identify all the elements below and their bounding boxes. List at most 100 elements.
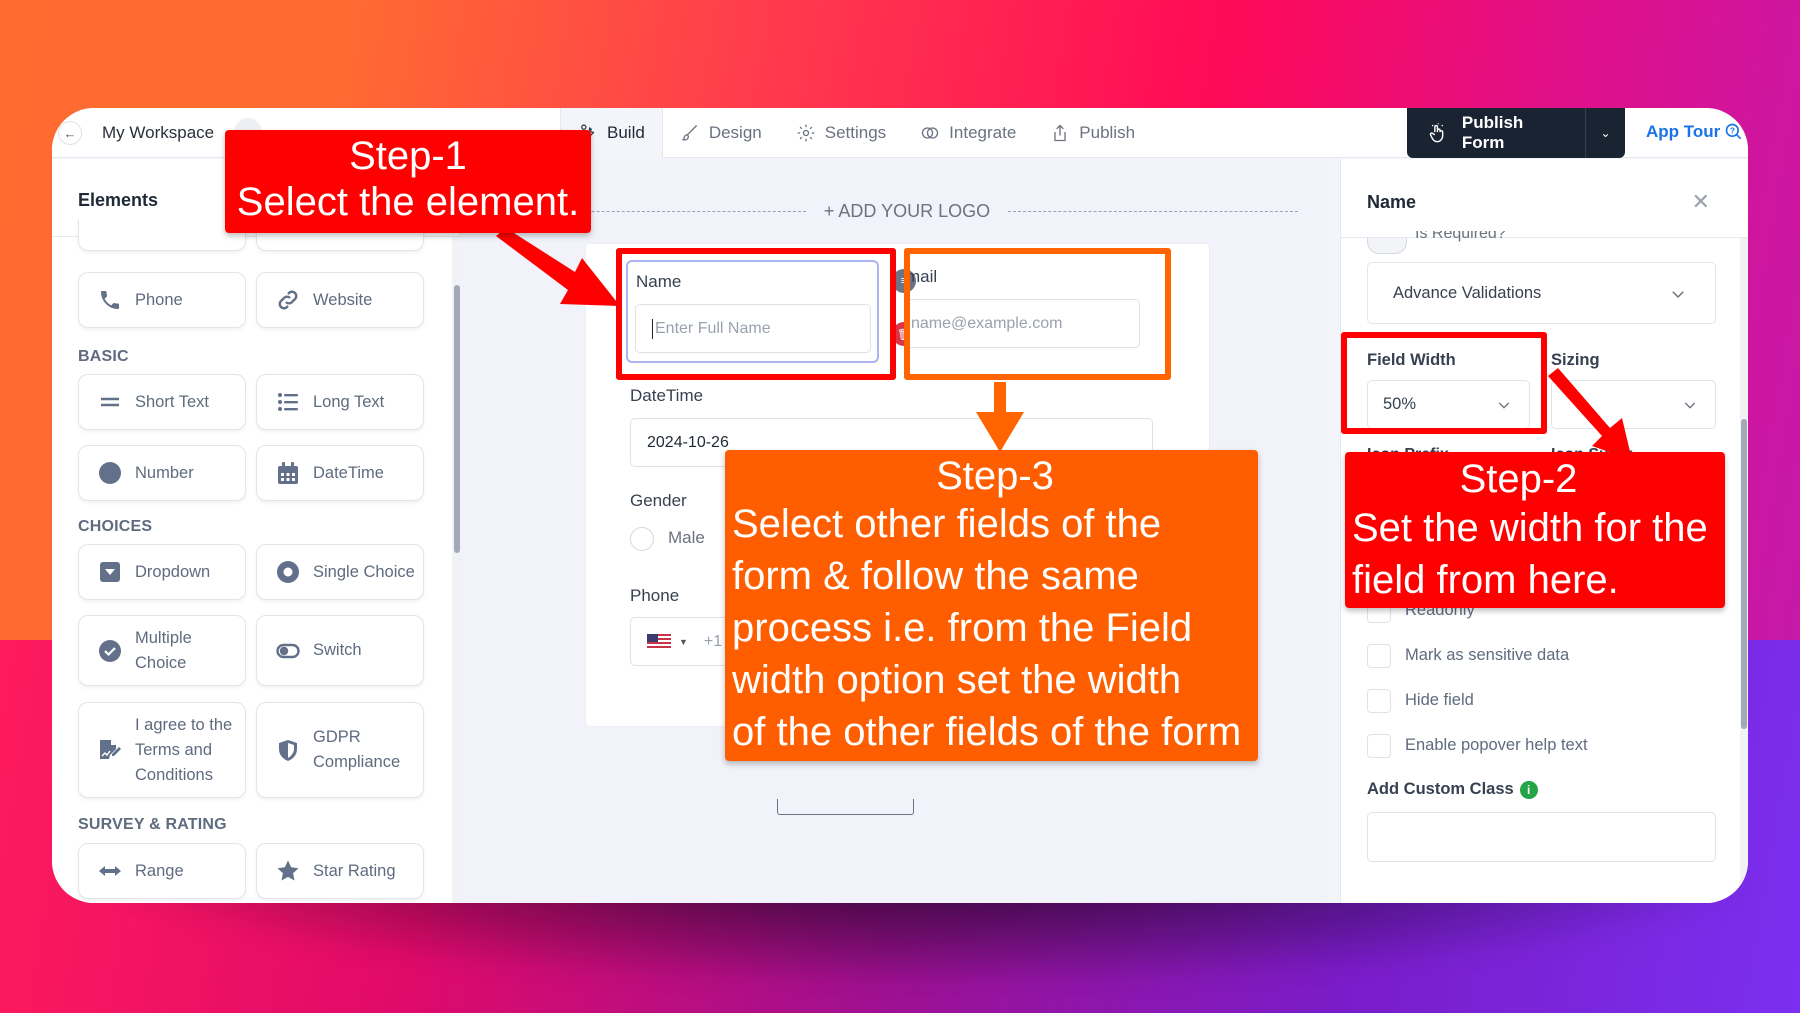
element-multiple-choice[interactable]: Multiple Choice (78, 615, 246, 686)
submit-button-partial[interactable] (777, 799, 914, 815)
add-logo-label: + ADD YOUR LOGO (823, 201, 991, 221)
element-label: Number (135, 463, 194, 482)
publish-form-button[interactable]: Publish Form (1407, 108, 1585, 158)
element-phone[interactable]: Phone (78, 272, 246, 328)
element-label: Multiple Choice (135, 628, 192, 672)
share-upload-icon (1054, 124, 1066, 142)
element-gdpr-compliance[interactable]: GDPR Compliance (256, 702, 424, 798)
element-label: Long Text (313, 392, 385, 411)
element-switch[interactable]: Switch (256, 615, 424, 686)
gender-field-label: Gender (630, 491, 687, 510)
app-tour-link[interactable]: App Tour ? (1646, 122, 1744, 142)
sidebar-scrollbar[interactable] (454, 285, 460, 553)
step2-title: Step-2 (1459, 457, 1578, 501)
close-icon[interactable]: ✕ (1692, 189, 1710, 215)
element-label: Short Text (135, 392, 209, 411)
element-datetime[interactable]: DateTime (256, 445, 424, 501)
country-code: +1 (703, 632, 723, 650)
step2-line: Set the width for the (1352, 506, 1708, 550)
elements-sidebar: Elements Phone Website BASIC Short Text … (52, 159, 462, 903)
sizing-select[interactable] (1551, 380, 1716, 429)
info-icon[interactable]: i (1519, 780, 1538, 799)
shield-icon (275, 737, 301, 763)
step3-line: process i.e. from the Field (732, 606, 1193, 650)
tab-label: Settings (824, 123, 887, 142)
element-star-rating[interactable]: Star Rating (256, 843, 424, 899)
element-long-text[interactable]: Long Text (256, 374, 424, 430)
element-label: I agree to the Terms and Conditions (135, 715, 233, 784)
circle-icon (97, 460, 123, 486)
gender-male-label: Male (668, 528, 705, 547)
step3-line: of the other fields of the form (732, 710, 1242, 754)
tab-settings[interactable]: Settings (779, 108, 903, 158)
country-dropdown-caret[interactable]: ▼ (679, 637, 688, 647)
list-icon (275, 389, 301, 415)
add-logo-row[interactable]: + ADD YOUR LOGO (516, 201, 1298, 222)
link-icon (275, 287, 301, 313)
tab-design[interactable]: Design (663, 108, 779, 158)
sidebar-title: Elements (78, 190, 159, 210)
step2-annotation: Step-2 Set the width for the field from … (1345, 452, 1725, 608)
popover-help-checkbox[interactable] (1367, 734, 1391, 758)
datetime-value: 2024-10-26 (647, 433, 729, 451)
gear-icon (797, 124, 815, 142)
hide-field-checkbox[interactable] (1367, 689, 1391, 713)
element-dropdown[interactable]: Dropdown (78, 544, 246, 600)
popover-help-label: Enable popover help text (1405, 736, 1588, 754)
dropdown-icon (97, 559, 123, 585)
radio-icon (275, 559, 301, 585)
custom-class-label-row: Add Custom Class i (1367, 780, 1538, 799)
publish-form-group: Publish Form ⌄ (1407, 108, 1625, 158)
back-button[interactable]: ← (58, 121, 82, 145)
element-single-choice[interactable]: Single Choice (256, 544, 424, 600)
element-website[interactable]: Website (256, 272, 424, 328)
element-label: Switch (313, 641, 362, 659)
element-short-text[interactable]: Short Text (78, 374, 246, 430)
highlight-name-field (616, 248, 896, 380)
svg-text:?: ? (1730, 126, 1735, 136)
is-required-label: Is Required? (1415, 231, 1506, 249)
signature-icon (97, 737, 123, 763)
step1-title: Step-1 (349, 134, 467, 178)
us-flag-icon (647, 634, 671, 649)
gender-male-radio[interactable] (630, 527, 654, 551)
sizing-label: Sizing (1551, 351, 1600, 369)
section-title-basic: BASIC (78, 348, 129, 365)
element-card-partial[interactable] (78, 219, 246, 251)
short-text-icon (97, 389, 123, 415)
sensitive-data-checkbox[interactable] (1367, 644, 1391, 668)
phone-field-label: Phone (630, 586, 680, 605)
custom-class-input[interactable] (1367, 812, 1716, 862)
element-label: Range (135, 861, 184, 880)
step3-line: form & follow the same (732, 554, 1139, 598)
step1-annotation: Step-1 Select the element. (225, 130, 591, 233)
tab-label: Design (708, 123, 762, 142)
hand-pointer-icon (1429, 123, 1444, 143)
publish-form-label: Publish Form (1461, 113, 1524, 152)
publish-options-dropdown[interactable]: ⌄ (1585, 108, 1625, 158)
chevron-down-icon (1684, 402, 1696, 409)
breadcrumb-workspace[interactable]: My Workspace (102, 123, 214, 143)
phone-icon (97, 287, 123, 313)
panel-title: Name (1367, 192, 1417, 212)
panel-scrollbar[interactable] (1741, 419, 1747, 729)
help-search-icon: ? (1725, 123, 1742, 140)
element-label: GDPR Compliance (313, 728, 401, 771)
main-tabs: Build Design Settings Integrate Publish (560, 108, 1152, 158)
element-terms-conditions[interactable]: I agree to the Terms and Conditions (78, 702, 246, 798)
tab-publish[interactable]: Publish (1033, 108, 1152, 158)
element-number[interactable]: Number (78, 445, 246, 501)
chevron-down-icon: ⌄ (1600, 126, 1611, 140)
advance-validations-dropdown[interactable]: Advance Validations (1367, 262, 1716, 324)
step3-line: Select other fields of the (732, 502, 1162, 546)
custom-class-label: Add Custom Class (1367, 780, 1514, 798)
tab-label: Publish (1079, 123, 1136, 142)
element-range[interactable]: Range (78, 843, 246, 899)
section-title-survey-rating: SURVEY & RATING (78, 816, 227, 833)
link-rings-icon (922, 127, 939, 139)
is-required-toggle[interactable] (1367, 238, 1407, 254)
step3-title: Step-3 (936, 454, 1054, 498)
tab-integrate[interactable]: Integrate (903, 108, 1033, 158)
calendar-icon (275, 460, 301, 486)
datetime-field-label: DateTime (630, 386, 704, 405)
